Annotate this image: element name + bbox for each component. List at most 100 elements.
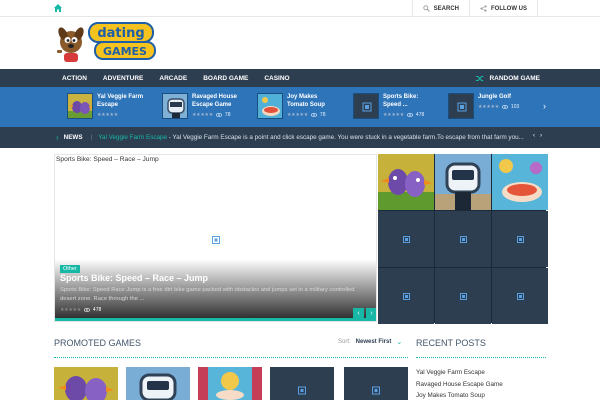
recent-post-link[interactable]: Yal Veggie Farm Escape (416, 367, 503, 379)
promoted-thumbnail[interactable] (270, 367, 334, 400)
view-count: 78 (319, 112, 326, 118)
strip-thumbnail[interactable] (162, 93, 188, 119)
follow-us-link[interactable]: FOLLOW US (469, 0, 538, 17)
slider-meta: ★★★★★ 478 (60, 307, 101, 313)
bird-illustration (68, 94, 92, 118)
promoted-thumbnail[interactable] (344, 367, 408, 400)
slider-headline[interactable]: Sports Bike: Speed – Race – Jump (60, 273, 208, 283)
grid-thumbnail[interactable] (435, 154, 491, 210)
news-label: NEWS (63, 134, 83, 141)
chevron-right-icon[interactable]: › (540, 133, 542, 139)
recent-post-link[interactable]: Ravaged House Escape Game (416, 379, 503, 391)
grid-thumbnail[interactable] (435, 211, 491, 267)
search-link[interactable]: SEARCH (411, 0, 469, 17)
site-logo[interactable]: dating GAMES (55, 20, 157, 64)
bird-illustration (54, 367, 118, 400)
eye-icon (83, 308, 90, 312)
news-headline[interactable]: Yal Veggie Farm Escape (98, 134, 167, 141)
eye-icon (215, 113, 222, 117)
nav-item-board-game[interactable]: BOARD GAME (195, 69, 256, 87)
sort-dropdown[interactable]: Sort: Newest First ⌄ (338, 338, 402, 346)
top-links: SEARCH FOLLOW US (411, 0, 538, 17)
nav-item-adventure[interactable]: ADVENTURE (95, 69, 151, 87)
strip-title[interactable]: Ravaged House Escape Game (192, 93, 240, 109)
image-placeholder-icon (459, 235, 467, 243)
recent-posts-list: Yal Veggie Farm Escape Ravaged House Esc… (416, 367, 503, 400)
strip-thumbnail[interactable] (448, 93, 474, 119)
strip-item[interactable]: Ravaged House Escape Game ★★★★★ 78 (162, 93, 240, 121)
strip-thumbnail[interactable] (353, 93, 379, 119)
rating-stars: ★★★★★ (60, 307, 81, 313)
grid-thumbnail[interactable] (378, 268, 434, 324)
follow-us-label: FOLLOW US (491, 5, 527, 12)
grid-thumbnail[interactable] (492, 268, 548, 324)
promoted-thumbnail[interactable] (54, 367, 118, 400)
promoted-thumbnail[interactable] (126, 367, 190, 400)
grid-thumbnail[interactable] (492, 154, 548, 210)
random-game-button[interactable]: RANDOM GAME (476, 69, 540, 87)
recent-post-link[interactable]: Joy Makes Tomato Soup (416, 390, 503, 400)
strip-item[interactable]: Joy Makes Tomato Soup ★★★★★ 78 (257, 93, 335, 121)
strip-title[interactable]: Jungle Golf (478, 93, 526, 101)
bike-illustration (126, 367, 190, 400)
news-controls: ‹ › (533, 133, 542, 139)
image-placeholder-icon (516, 235, 524, 243)
image-placeholder-icon (457, 102, 467, 112)
strip-item[interactable]: Sports Bike: Speed ... ★★★★★ 478 (353, 93, 431, 121)
nav-item-arcade[interactable]: ARCADE (151, 69, 195, 87)
featured-slider[interactable]: Sports Bike: Speed – Race – Jump Other S… (54, 154, 377, 322)
news-bar: › NEWS | Yal Veggie Farm Escape - Yal Ve… (0, 127, 600, 148)
promoted-games-title: PROMOTED GAMES (54, 338, 142, 348)
soup-illustration (258, 94, 282, 118)
soup-illustration (492, 154, 548, 210)
image-placeholder-icon (402, 292, 410, 300)
shuffle-icon (476, 75, 485, 81)
divider: | (90, 134, 93, 141)
featured-strip: Yal Veggie Farm Escape ★★★★★ Ravaged Hou… (0, 87, 600, 127)
news-ticker[interactable]: Yal Veggie Farm Escape - Yal Veggie Farm… (98, 134, 528, 141)
view-count: 78 (224, 112, 231, 118)
image-placeholder-icon (298, 386, 306, 395)
rating-stars: ★★★★★ (383, 112, 404, 118)
share-icon (480, 5, 487, 12)
grid-thumbnail[interactable] (378, 211, 434, 267)
sort-value[interactable]: Newest First (356, 339, 392, 345)
chevron-left-icon[interactable]: ‹ (533, 133, 535, 139)
strip-thumbnail[interactable] (67, 93, 93, 119)
strip-thumbnail[interactable] (257, 93, 283, 119)
image-placeholder-icon (459, 292, 467, 300)
strip-title[interactable]: Sports Bike: Speed ... (383, 93, 431, 109)
divider (54, 357, 408, 358)
slider-progress-bar (55, 318, 376, 321)
sort-label: Sort: (338, 339, 351, 345)
search-icon (423, 5, 430, 12)
bike-illustration (163, 94, 187, 118)
strip-title[interactable]: Yal Veggie Farm Escape (97, 93, 145, 109)
bird-illustration (378, 154, 434, 210)
strip-item[interactable]: Jungle Golf ★★★★★ 103 (448, 93, 526, 121)
chevron-down-icon[interactable]: ⌄ (396, 338, 402, 346)
grid-thumbnail[interactable] (378, 154, 434, 210)
nav-item-action[interactable]: ACTION (54, 69, 95, 87)
grid-thumbnail[interactable] (435, 268, 491, 324)
view-count: 478 (415, 112, 425, 118)
grid-thumbnail[interactable] (492, 211, 548, 267)
rating-stars: ★★★★★ (287, 112, 308, 118)
image-placeholder-icon (372, 386, 380, 395)
eye-icon (501, 105, 508, 109)
image-placeholder-icon (212, 236, 220, 244)
home-icon[interactable] (53, 3, 63, 13)
logo-word-dating: dating (97, 26, 144, 41)
nav-item-casino[interactable]: CASINO (256, 69, 297, 87)
promoted-thumbnail[interactable] (198, 367, 262, 400)
eye-icon (406, 113, 413, 117)
image-placeholder-icon (402, 235, 410, 243)
main-nav: ACTION ADVENTURE ARCADE BOARD GAME CASIN… (0, 69, 600, 87)
strip-item[interactable]: Yal Veggie Farm Escape ★★★★★ (67, 93, 145, 121)
strip-title[interactable]: Joy Makes Tomato Soup (287, 93, 335, 109)
chevron-right-icon[interactable]: › (543, 101, 546, 111)
random-game-label: RANDOM GAME (489, 74, 540, 82)
soup-illustration (198, 367, 262, 400)
category-badge[interactable]: Other (60, 265, 80, 273)
recent-posts-title: RECENT POSTS (416, 338, 486, 348)
